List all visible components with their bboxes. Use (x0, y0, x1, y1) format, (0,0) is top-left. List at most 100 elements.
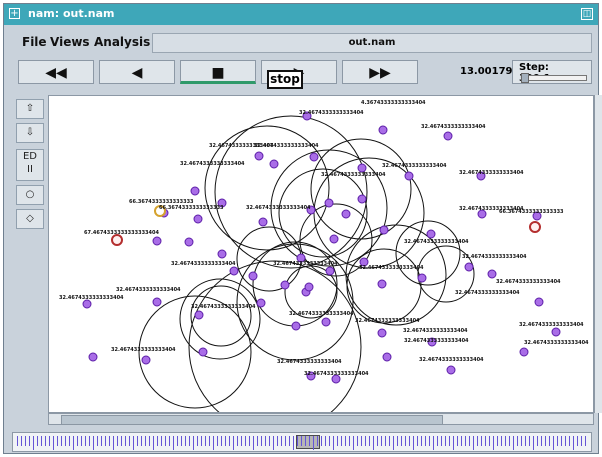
menu-views[interactable]: Views (50, 35, 90, 49)
timeline-tick (25, 436, 26, 446)
diamond-icon[interactable]: ◇ (16, 209, 44, 229)
timeline-tick (181, 436, 182, 446)
timeline-tick (429, 436, 430, 446)
timeline-tick (137, 436, 138, 446)
timeline-tick (321, 436, 322, 446)
timeline-tick (337, 436, 338, 446)
timeline-tick (457, 436, 458, 446)
timeline-tick (481, 436, 482, 446)
timeline-tick (557, 436, 558, 446)
timeline-tick (393, 436, 394, 450)
timeline-tick (189, 436, 190, 446)
step-control[interactable]: Step: 390.1us (512, 60, 592, 84)
horizontal-scroll-thumb[interactable] (61, 415, 443, 425)
timeline-tick (581, 436, 582, 446)
timeline-tick (405, 436, 406, 446)
time-readout: 13.001791 (460, 66, 520, 77)
svg-text:32.4674333333333404: 32.4674333333333404 (404, 338, 469, 344)
timeline-tick (297, 436, 298, 446)
resize-icon[interactable]: ◫ (581, 8, 593, 20)
timeline-tick (217, 436, 218, 446)
timeline-tick (201, 436, 202, 446)
edit-mode-button[interactable]: ED II (16, 149, 44, 181)
timeline-tick (441, 436, 442, 446)
timeline-tick (465, 436, 466, 446)
timeline-tick (241, 436, 242, 446)
timeline-tick (73, 436, 74, 450)
vertical-scrollbar[interactable] (594, 95, 602, 413)
timeline-tick (529, 436, 530, 446)
menu-analysis[interactable]: Analysis (94, 35, 150, 49)
timeline-tick (317, 436, 318, 446)
svg-text:32.4674333333333404: 32.4674333333333404 (273, 261, 338, 267)
fast-forward-button[interactable]: ▶▶ (342, 60, 418, 84)
step-back-button[interactable]: ◀ (99, 60, 175, 84)
menu-bar: File Views Analysis out.nam (12, 33, 592, 53)
timeline-tick (449, 436, 450, 446)
network-scene: 4.36743333333333404 32.4674333333333404 … (59, 100, 589, 412)
timeline-tick (209, 436, 210, 446)
timeline-tick (117, 436, 118, 446)
timeline-tick (493, 436, 494, 450)
timeline-tick (93, 436, 94, 450)
timeline-tick (17, 436, 18, 446)
timeline-tick (253, 436, 254, 450)
svg-text:32.4674333333333404: 32.4674333333333404 (321, 172, 386, 178)
timeline-tick (417, 436, 418, 446)
timeline-tick (473, 436, 474, 450)
title-bar: + nam: out.nam ◫ (4, 4, 598, 25)
svg-text:32.4674333333333404: 32.4674333333333404 (254, 143, 319, 149)
timeline-tick (37, 436, 38, 446)
svg-text:66.3674333333333333: 66.3674333333333333 (159, 205, 224, 211)
svg-text:32.4674333333333404: 32.4674333333333404 (519, 322, 584, 328)
timeline-tick (549, 436, 550, 446)
step-slider-thumb[interactable] (521, 73, 529, 83)
timeline-tick (421, 436, 422, 446)
network-animation-canvas[interactable]: 4.36743333333333404 32.4674333333333404 … (48, 95, 594, 413)
svg-text:32.4674333333333404: 32.4674333333333404 (421, 124, 486, 130)
timeline-tick (85, 436, 86, 446)
timeline-tick (565, 436, 566, 446)
timeline-tick (433, 436, 434, 450)
timeline-tick (329, 436, 330, 446)
svg-text:32.4674333333333404: 32.4674333333333404 (277, 359, 342, 365)
timeline-tick (381, 436, 382, 446)
timeline-tick (437, 436, 438, 446)
file-name-display: out.nam (152, 33, 592, 53)
svg-text:32.4674333333333404: 32.4674333333333404 (403, 328, 468, 334)
timeline-tick (361, 436, 362, 446)
plus-icon[interactable]: + (9, 8, 20, 19)
timeline-tick (273, 436, 274, 450)
svg-text:32.4674333333333404: 32.4674333333333404 (382, 163, 447, 169)
horizontal-scrollbar[interactable] (48, 413, 594, 425)
stop-button[interactable]: ■ (180, 60, 256, 84)
circle-icon[interactable]: ○ (16, 185, 44, 205)
timeline-tick (505, 436, 506, 446)
timeline-tick (345, 436, 346, 446)
timeline[interactable] (12, 432, 592, 452)
timeline-tick (333, 436, 334, 450)
zoom-in-icon[interactable]: ⇧ (16, 99, 44, 119)
timeline-tick (293, 436, 294, 450)
timeline-tick (545, 436, 546, 446)
timeline-tick (49, 436, 50, 446)
zoom-out-icon[interactable]: ⇩ (16, 123, 44, 143)
timeline-tick (113, 436, 114, 450)
timeline-tick (277, 436, 278, 446)
timeline-tick (225, 436, 226, 446)
svg-text:32.4674333333333404: 32.4674333333333404 (171, 261, 236, 267)
step-slider[interactable] (521, 75, 587, 81)
rewind-button[interactable]: ◀◀ (18, 60, 94, 84)
svg-text:32.4674333333333404: 32.4674333333333404 (355, 318, 420, 324)
timeline-tick (469, 436, 470, 446)
timeline-tick (561, 436, 562, 446)
timeline-tick (157, 436, 158, 446)
timeline-tick (541, 436, 542, 446)
timeline-tick (521, 436, 522, 446)
svg-text:32.4674333333333404: 32.4674333333333404 (246, 205, 311, 211)
svg-text:4.36743333333333404: 4.36743333333333404 (361, 100, 426, 106)
menu-file[interactable]: File (22, 35, 47, 49)
timeline-tick (65, 436, 66, 446)
svg-text:32.4674333333333404: 32.4674333333333404 (191, 304, 256, 310)
timeline-tick (97, 436, 98, 446)
